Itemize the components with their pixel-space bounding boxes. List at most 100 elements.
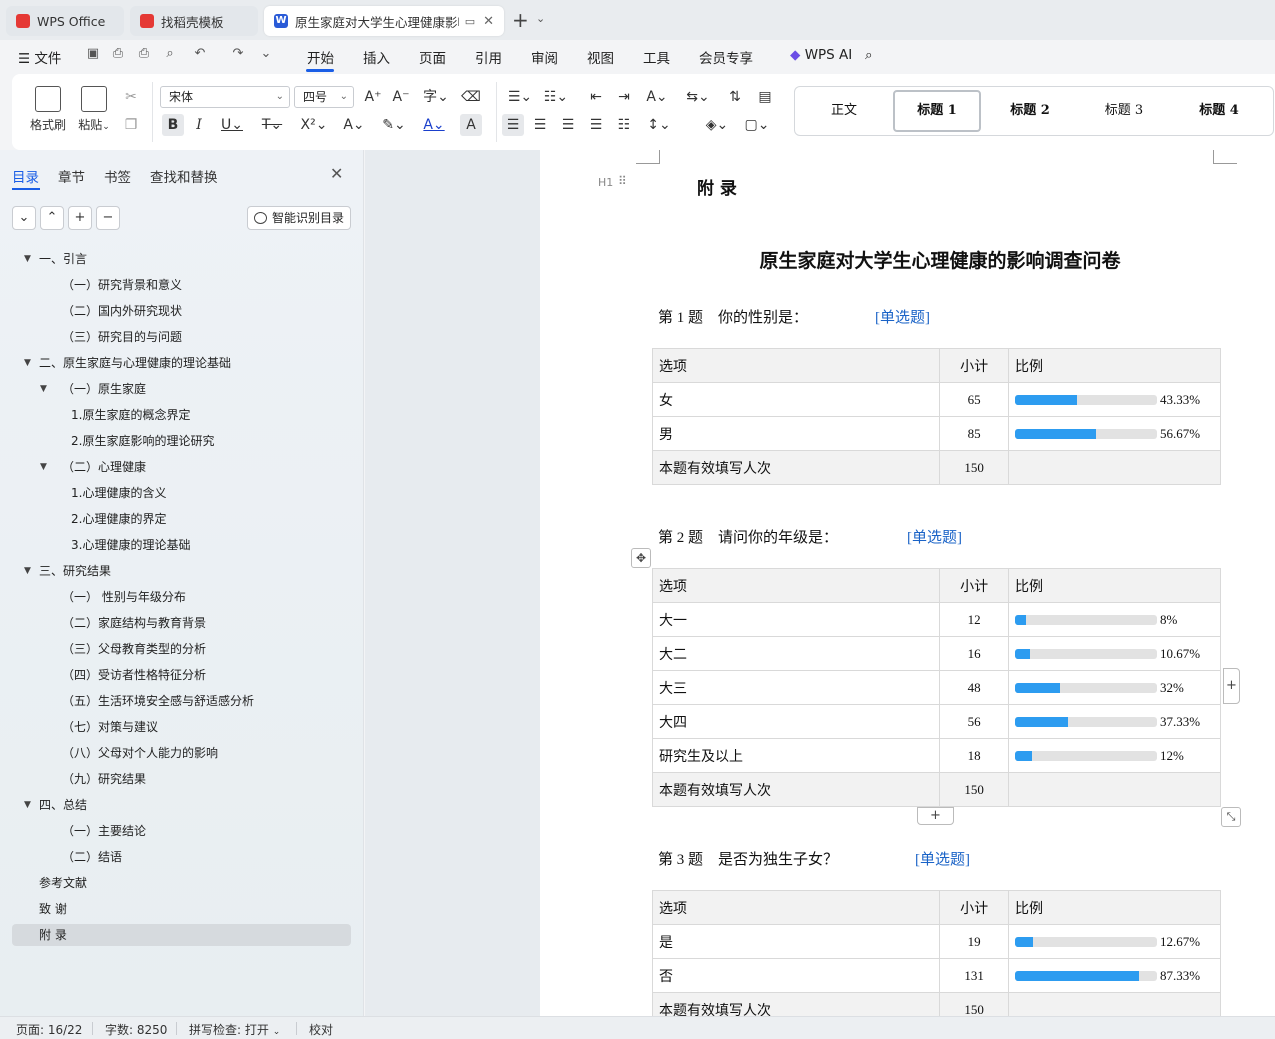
border-icon[interactable]: ▢⌄ [742,114,772,136]
toc-item[interactable]: 致 谢 [12,898,351,920]
toc-item[interactable]: 2.原生家庭影响的理论研究 [12,430,351,452]
wps-ai-button[interactable]: ◆ WPS AI [790,47,852,63]
tab-find-replace[interactable]: 查找和替换 [150,166,218,186]
toc-item[interactable]: （九）研究结果 [12,768,351,790]
toc-item[interactable]: 附 录 [12,924,351,946]
toc-item[interactable]: ▼ 四、总结 [12,794,351,816]
menu-member[interactable]: 会员专享 [699,47,753,67]
show-marks-icon[interactable]: ▤ [754,86,776,108]
toc-item[interactable]: （七）对策与建议 [12,716,351,738]
close-tab-icon[interactable]: ✕ [483,14,494,29]
toc-item[interactable]: （四）受访者性格特征分析 [12,664,351,686]
menu-view[interactable]: 视图 [587,47,614,67]
phonetic-guide-icon[interactable]: 字⌄ [420,86,452,108]
expand-triangle-icon[interactable]: ▼ [24,560,31,582]
highlight-icon[interactable]: ✎⌄ [380,114,408,136]
toc-item[interactable]: ▼ （一）原生家庭 [12,378,351,400]
font-size-select[interactable]: 四号 ⌄ [294,86,354,108]
copy-icon[interactable]: ❐ [120,114,142,136]
redo-icon[interactable]: ↷ [230,46,246,62]
font-name-select[interactable]: 宋体 ⌄ [160,86,290,108]
toc-item[interactable]: ▼ 二、原生家庭与心理健康的理论基础 [12,352,351,374]
menu-references[interactable]: 引用 [475,47,502,67]
expand-triangle-icon[interactable]: ▼ [24,248,31,270]
expand-triangle-icon[interactable]: ▼ [24,794,31,816]
align-left-icon[interactable]: ☰ [502,114,524,136]
menu-tools[interactable]: 工具 [643,47,670,67]
tab-toc[interactable]: 目录 [12,166,39,186]
increase-indent-icon[interactable]: ⇥ [613,86,635,108]
smart-toc-button[interactable]: 智能识别目录 [247,206,351,230]
expand-down-button[interactable]: ⌄ [12,206,36,230]
table-resize-icon[interactable]: ⤡ [1221,807,1241,827]
print-icon[interactable]: ⎙ [136,46,152,62]
add-column-button[interactable]: + [1223,668,1240,704]
question-type-link[interactable]: [单选题] [875,306,930,327]
save-icon[interactable]: ▣ [85,46,101,62]
distributed-align-icon[interactable]: ☷ [613,114,635,136]
close-icon[interactable]: ✕ [330,164,343,183]
menu-home[interactable]: 开始 [307,47,334,67]
word-count[interactable]: 字数: 8250 [105,1021,167,1038]
format-painter-button[interactable]: 格式刷 [26,86,70,133]
undo-icon[interactable]: ↶ [192,46,208,62]
menu-file[interactable]: ☰ 文件 [18,47,61,67]
collapse-up-button[interactable]: ⌃ [40,206,64,230]
toc-item[interactable]: 参考文献 [12,872,351,894]
spell-check-toggle[interactable]: 拼写检查: 打开 ⌄ [189,1021,280,1038]
toc-item[interactable]: ▼ （二）心理健康 [12,456,351,478]
monitor-icon[interactable]: ▭ [465,15,475,28]
numbered-list-icon[interactable]: ☷⌄ [542,86,570,108]
tab-wps-office[interactable]: WPS Office [6,6,124,36]
bullet-list-icon[interactable]: ☰⌄ [506,86,534,108]
remove-heading-button[interactable]: − [96,206,120,230]
style-heading-4[interactable]: 标题 4 [1175,87,1263,135]
toc-item[interactable]: 2.心理健康的界定 [12,508,351,530]
table-move-handle-icon[interactable]: ✥ [631,548,651,568]
shading-icon[interactable]: ◈⌄ [702,114,732,136]
toc-item[interactable]: （三）研究目的与问题 [12,326,351,348]
export-icon[interactable]: ⎙ [110,46,126,62]
chevron-down-icon[interactable]: ⌄ [536,12,545,25]
text-direction-icon[interactable]: A⌄ [642,86,672,108]
tab-document[interactable]: W 原生家庭对大学生心理健康影响 ▭ ✕ [264,6,504,36]
style-heading-2[interactable]: 标题 2 [987,87,1073,135]
toc-item[interactable]: （二）国内外研究现状 [12,300,351,322]
page-count[interactable]: 页面: 16/22 [16,1021,82,1038]
toc-item[interactable]: ▼ 三、研究结果 [12,560,351,582]
increase-font-icon[interactable]: A⁺ [362,86,384,108]
line-spacing-icon[interactable]: ↕⌄ [644,114,674,136]
asian-layout-icon[interactable]: ⇆⌄ [684,86,712,108]
char-shading-icon[interactable]: A [460,114,482,136]
proofread-button[interactable]: 校对 [309,1021,333,1038]
add-row-button[interactable]: + [917,807,954,825]
font-color-icon[interactable]: A⌄ [420,114,448,136]
question-type-link[interactable]: [单选题] [915,848,970,869]
toc-item[interactable]: （三）父母教育类型的分析 [12,638,351,660]
decrease-indent-icon[interactable]: ⇤ [585,86,607,108]
expand-triangle-icon[interactable]: ▼ [40,456,47,478]
strikethrough-icon[interactable]: T⌄ [258,114,286,136]
paste-button[interactable]: 粘贴⌄ [74,86,114,133]
align-center-icon[interactable]: ☰ [529,114,551,136]
drag-handle-icon[interactable]: ⠿ [618,174,627,188]
sort-icon[interactable]: ⇅ [724,86,746,108]
toc-item[interactable]: 3.心理健康的理论基础 [12,534,351,556]
menu-review[interactable]: 审阅 [531,47,558,67]
search-icon[interactable]: ⌕ [865,47,873,63]
tab-bookmarks[interactable]: 书签 [104,166,131,186]
bold-icon[interactable]: B [162,114,184,136]
superscript-icon[interactable]: X²⌄ [300,114,328,136]
toc-item[interactable]: （五）生活环境安全感与舒适感分析 [12,690,351,712]
decrease-font-icon[interactable]: A⁻ [390,86,412,108]
toc-item[interactable]: ▼ 一、引言 [12,248,351,270]
toc-item[interactable]: （一） 性别与年级分布 [12,586,351,608]
justify-icon[interactable]: ☰ [585,114,607,136]
quick-access-dropdown-icon[interactable]: ⌄ [258,46,274,62]
align-right-icon[interactable]: ☰ [557,114,579,136]
toc-item[interactable]: （八）父母对个人能力的影响 [12,742,351,764]
italic-icon[interactable]: I [188,114,210,136]
clear-format-icon[interactable]: ⌫ [460,86,482,108]
menu-insert[interactable]: 插入 [363,47,390,67]
menu-page[interactable]: 页面 [419,47,446,67]
